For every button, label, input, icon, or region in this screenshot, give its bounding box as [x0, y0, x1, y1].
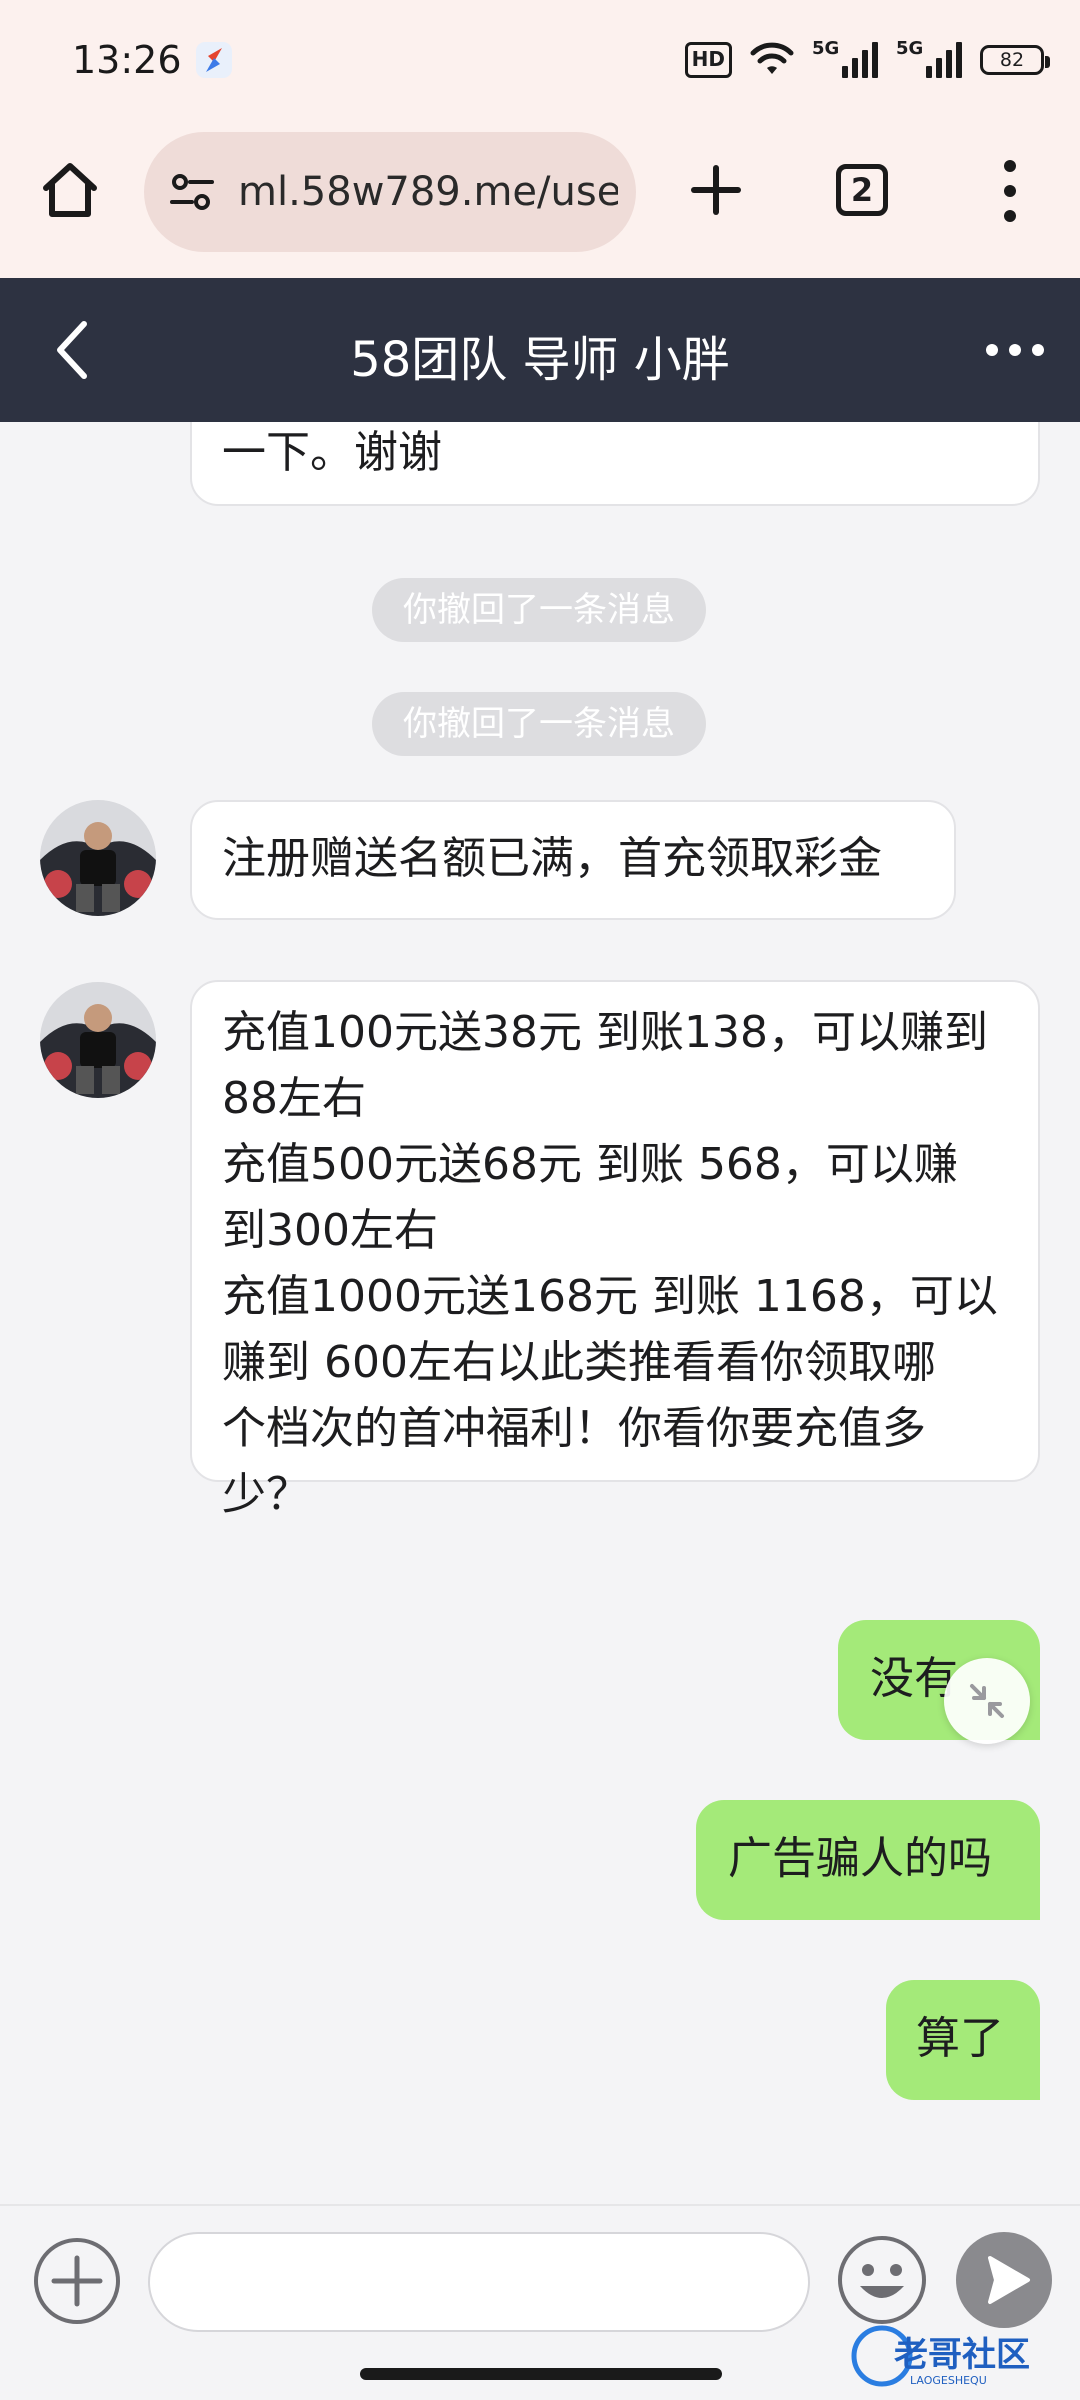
hd-badge: HD [684, 42, 732, 78]
avatar[interactable] [40, 982, 156, 1098]
message-line: 充值500元送68元 到账 568，可以赚 [222, 1139, 958, 1190]
add-icon[interactable] [32, 2236, 122, 2326]
chat-title: 58团队 导师 小胖 [350, 332, 730, 388]
signal-5g-1-icon: 5G [812, 38, 878, 78]
net-type-1: 5G [812, 38, 840, 59]
message-line: 到300左右 [222, 1205, 438, 1256]
message-text: 注册赠送名额已满，首充领取彩金 [222, 833, 882, 884]
net-type-2: 5G [896, 38, 924, 59]
message-line: 少？ [222, 1469, 310, 1520]
message-bubble-left[interactable]: 充值100元送38元 到账138，可以赚到 88左右 充值500元送68元 到账… [190, 980, 1040, 1520]
wifi-icon [750, 42, 794, 74]
message-line: 充值100元送38元 到账138，可以赚到 [222, 1007, 988, 1058]
message-line: 88左右 [222, 1073, 366, 1124]
home-indicator[interactable] [360, 2368, 722, 2380]
watermark-text: 老哥社区 [894, 2335, 1030, 2375]
address-bar[interactable]: ml.58w789.me/user [144, 132, 636, 252]
recall-notice: 你撤回了一条消息 [372, 578, 706, 642]
watermark-logo: 老哥社区 LAOGESHEQU [851, 2325, 1030, 2387]
message-text: 广告骗人的吗 [728, 1833, 992, 1884]
message-line: 充值1000元送168元 到账 1168，可以 [222, 1271, 998, 1322]
emoji-icon[interactable] [836, 2234, 928, 2326]
status-bar: 13:26 HD 5G 5G 82 [0, 0, 1080, 122]
send-icon[interactable] [956, 2232, 1052, 2328]
home-icon[interactable] [38, 158, 102, 222]
status-indicators: HD 5G 5G 82 [684, 38, 1050, 82]
new-tab-icon[interactable] [684, 158, 748, 222]
signal-5g-2-icon: 5G [896, 38, 962, 78]
battery-icon: 82 [980, 45, 1050, 75]
message-bubble-right[interactable]: 广告骗人的吗 [696, 1800, 1040, 1920]
avatar-photo [40, 800, 156, 916]
browser-toolbar: ml.58w789.me/user 2 [0, 122, 1080, 278]
message-line: 个档次的首冲福利！你看你要充值多 [222, 1403, 926, 1454]
collapse-arrows-icon [970, 1684, 1004, 1718]
avatar[interactable] [40, 800, 156, 916]
message-text: 一下。谢谢 [222, 427, 442, 478]
message-text: 算了 [916, 2013, 1004, 2064]
message-list[interactable]: 一下。谢谢 你撤回了一条消息 你撤回了一条消息 注册赠送名额已满，首充领取彩金 [0, 422, 1080, 2204]
message-input[interactable] [148, 2232, 810, 2332]
message-bubble-right[interactable]: 算了 [886, 1980, 1040, 2100]
message-bubble-left[interactable]: 注册赠送名额已满，首充领取彩金 [190, 800, 956, 920]
avatar-photo [40, 982, 156, 1098]
message-line: 赚到 600左右以此类推看看你领取哪 [222, 1337, 936, 1388]
url-text[interactable]: ml.58w789.me/user [238, 169, 618, 215]
watermark-subtext: LAOGESHEQU [910, 2374, 987, 2387]
site-settings-icon[interactable] [168, 168, 216, 216]
compass-app-icon [196, 42, 232, 78]
status-time: 13:26 [72, 38, 182, 82]
minimize-window-button[interactable] [944, 1658, 1030, 1744]
chat-header: 58团队 导师 小胖 [0, 278, 1080, 422]
tab-count: 2 [850, 171, 874, 209]
recall-notice: 你撤回了一条消息 [372, 692, 706, 756]
message-bubble-left[interactable]: 一下。谢谢 [190, 422, 1040, 506]
battery-level: 82 [999, 49, 1025, 71]
more-vert-icon[interactable] [990, 156, 1030, 226]
more-horiz-icon[interactable] [980, 322, 1050, 378]
tabs-icon[interactable]: 2 [836, 164, 888, 216]
